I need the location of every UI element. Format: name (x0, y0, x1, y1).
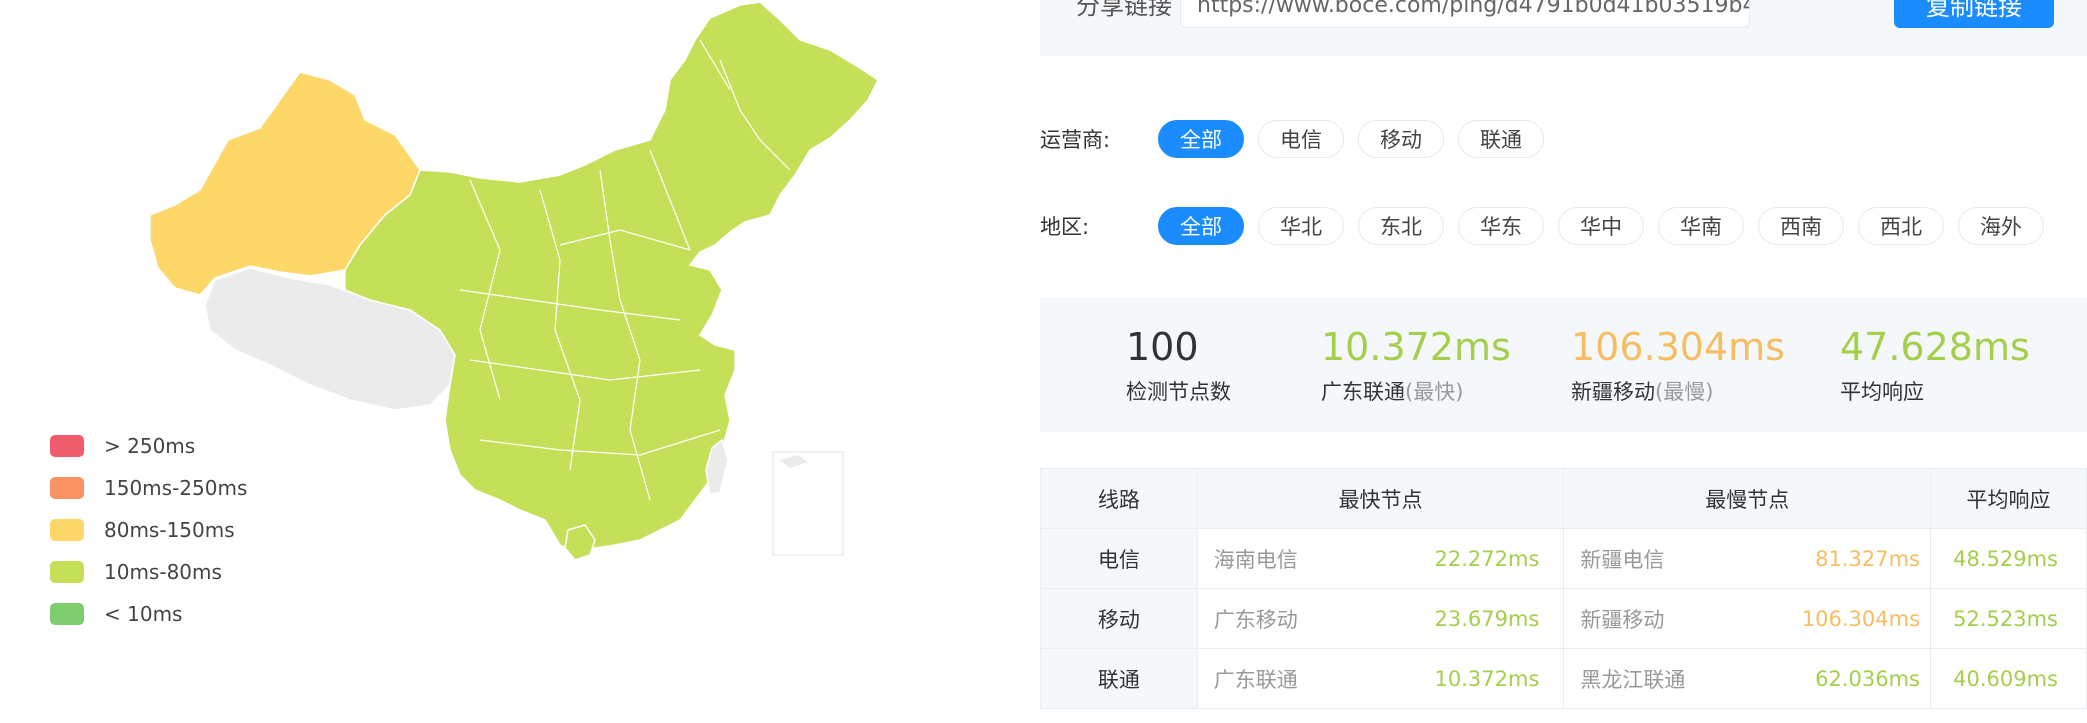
fastest-node-cell: 广东联通 10.372ms (1196, 648, 1565, 709)
col-header-fastest: 最快节点 (1196, 468, 1565, 529)
stat-average-label: 平均响应 (1840, 380, 1924, 404)
region-pill[interactable]: 西南 (1758, 207, 1844, 245)
table-row: 移动 广东移动 23.679ms 新疆移动 106.304ms 52.523ms (1040, 588, 2087, 649)
region-pill[interactable]: 华北 (1258, 207, 1344, 245)
average-cell: 52.523ms (1930, 588, 2087, 649)
slowest-node-name: 新疆电信 (1580, 547, 1665, 572)
fastest-node-name: 海南电信 (1213, 547, 1298, 572)
legend-label: 80ms-150ms (104, 518, 235, 542)
route-cell: 联通 (1040, 648, 1198, 709)
slowest-node-name: 黑龙江联通 (1580, 667, 1686, 692)
slowest-node-cell: 新疆移动 106.304ms (1563, 588, 1932, 649)
legend-label: 150ms-250ms (104, 476, 248, 500)
legend-item[interactable]: 80ms-150ms (50, 509, 247, 551)
latency-legend: > 250ms 150ms-250ms 80ms-150ms 10ms-80ms < 1… (50, 425, 247, 635)
slowest-node-name: 新疆移动 (1580, 607, 1665, 632)
fastest-node-value: 23.679ms (1434, 606, 1540, 631)
route-table: 线路 最快节点 最慢节点 平均响应 电信 海南电信 22.272ms 新疆电信 81.3… (1040, 468, 2087, 709)
legend-swatch (50, 603, 84, 625)
fastest-node-name: 广东移动 (1213, 607, 1298, 632)
slowest-tag: (最慢) (1655, 380, 1714, 404)
copy-link-button[interactable]: 复制链接 (1894, 0, 2054, 28)
region-pill[interactable]: 全部 (1158, 207, 1244, 245)
legend-item[interactable]: > 250ms (50, 425, 247, 467)
latency-map: > 250ms 150ms-250ms 80ms-150ms 10ms-80ms < 1… (0, 0, 1000, 723)
legend-swatch (50, 561, 84, 583)
stat-node-count: 100 检测节点数 (1126, 324, 1231, 406)
stat-fastest: 10.372ms 广东联通(最快) (1321, 324, 1511, 406)
region-filter-label: 地区: (1040, 215, 1090, 239)
table-row: 电信 海南电信 22.272ms 新疆电信 81.327ms 48.529ms (1040, 528, 2087, 589)
fastest-node-value: 22.272ms (1434, 546, 1540, 571)
slowest-node-cell: 黑龙江联通 62.036ms (1563, 648, 1932, 709)
fastest-node-cell: 广东移动 23.679ms (1196, 588, 1565, 649)
share-url-input[interactable]: https://www.boce.com/ping/d4791b0d41b035… (1180, 0, 1750, 28)
col-header-average: 平均响应 (1930, 468, 2087, 529)
carrier-pill[interactable]: 电信 (1258, 120, 1344, 158)
legend-item[interactable]: 10ms-80ms (50, 551, 247, 593)
route-cell: 移动 (1040, 588, 1198, 649)
fastest-node-cell: 海南电信 22.272ms (1196, 528, 1565, 589)
share-label: 分享链接 (1076, 0, 1172, 20)
fastest-node-name: 广东联通 (1213, 667, 1298, 692)
legend-item[interactable]: 150ms-250ms (50, 467, 247, 509)
legend-swatch (50, 519, 84, 541)
stat-slowest: 106.304ms 新疆移动(最慢) (1571, 324, 1785, 406)
carrier-filter-label: 运营商: (1040, 128, 1111, 152)
share-bar: 分享链接 https://www.boce.com/ping/d4791b0d4… (1040, 0, 2087, 56)
region-pill[interactable]: 华南 (1658, 207, 1744, 245)
legend-label: > 250ms (104, 434, 196, 458)
region-pill[interactable]: 华中 (1558, 207, 1644, 245)
stat-fastest-value: 10.372ms (1321, 325, 1511, 369)
legend-swatch (50, 435, 84, 457)
legend-swatch (50, 477, 84, 499)
slowest-node-value: 81.327ms (1815, 546, 1921, 571)
region-pill[interactable]: 海外 (1958, 207, 2044, 245)
slowest-node-value: 106.304ms (1801, 606, 1921, 631)
slowest-node-cell: 新疆电信 81.327ms (1563, 528, 1932, 589)
route-cell: 电信 (1040, 528, 1198, 589)
legend-label: < 10ms (104, 602, 183, 626)
summary-stats: 100 检测节点数 10.372ms 广东联通(最快) 106.304ms 新疆… (1040, 298, 2087, 432)
average-cell: 48.529ms (1930, 528, 2087, 589)
carrier-pill[interactable]: 联通 (1458, 120, 1544, 158)
carrier-pill[interactable]: 全部 (1158, 120, 1244, 158)
stat-slowest-label: 新疆移动(最慢) (1571, 380, 1714, 404)
table-header-row: 线路 最快节点 最慢节点 平均响应 (1040, 468, 2087, 529)
stat-average: 47.628ms 平均响应 (1840, 324, 2030, 406)
carrier-pill[interactable]: 移动 (1358, 120, 1444, 158)
south-china-sea-inset (772, 451, 844, 556)
fastest-node-value: 10.372ms (1434, 666, 1540, 691)
stat-node-count-label: 检测节点数 (1126, 380, 1231, 404)
region-pill[interactable]: 华东 (1458, 207, 1544, 245)
col-header-route: 线路 (1040, 468, 1198, 529)
table-row: 联通 广东联通 10.372ms 黑龙江联通 62.036ms 40.609ms (1040, 648, 2087, 709)
legend-item[interactable]: < 10ms (50, 593, 247, 635)
stat-average-value: 47.628ms (1840, 325, 2030, 369)
carrier-filter: 运营商: 全部 电信 移动 联通 (1040, 119, 1558, 159)
legend-label: 10ms-80ms (104, 560, 222, 584)
stat-slowest-value: 106.304ms (1571, 325, 1785, 369)
stat-node-count-value: 100 (1126, 325, 1199, 369)
average-cell: 40.609ms (1930, 648, 2087, 709)
stat-fastest-label: 广东联通(最快) (1321, 380, 1464, 404)
fastest-tag: (最快) (1405, 380, 1464, 404)
region-pill[interactable]: 西北 (1858, 207, 1944, 245)
region-pill[interactable]: 东北 (1358, 207, 1444, 245)
region-filter: 地区: 全部 华北 东北 华东 华中 华南 西南 西北 海外 (1040, 206, 2058, 246)
col-header-slowest: 最慢节点 (1563, 468, 1932, 529)
slowest-node-value: 62.036ms (1815, 666, 1921, 691)
